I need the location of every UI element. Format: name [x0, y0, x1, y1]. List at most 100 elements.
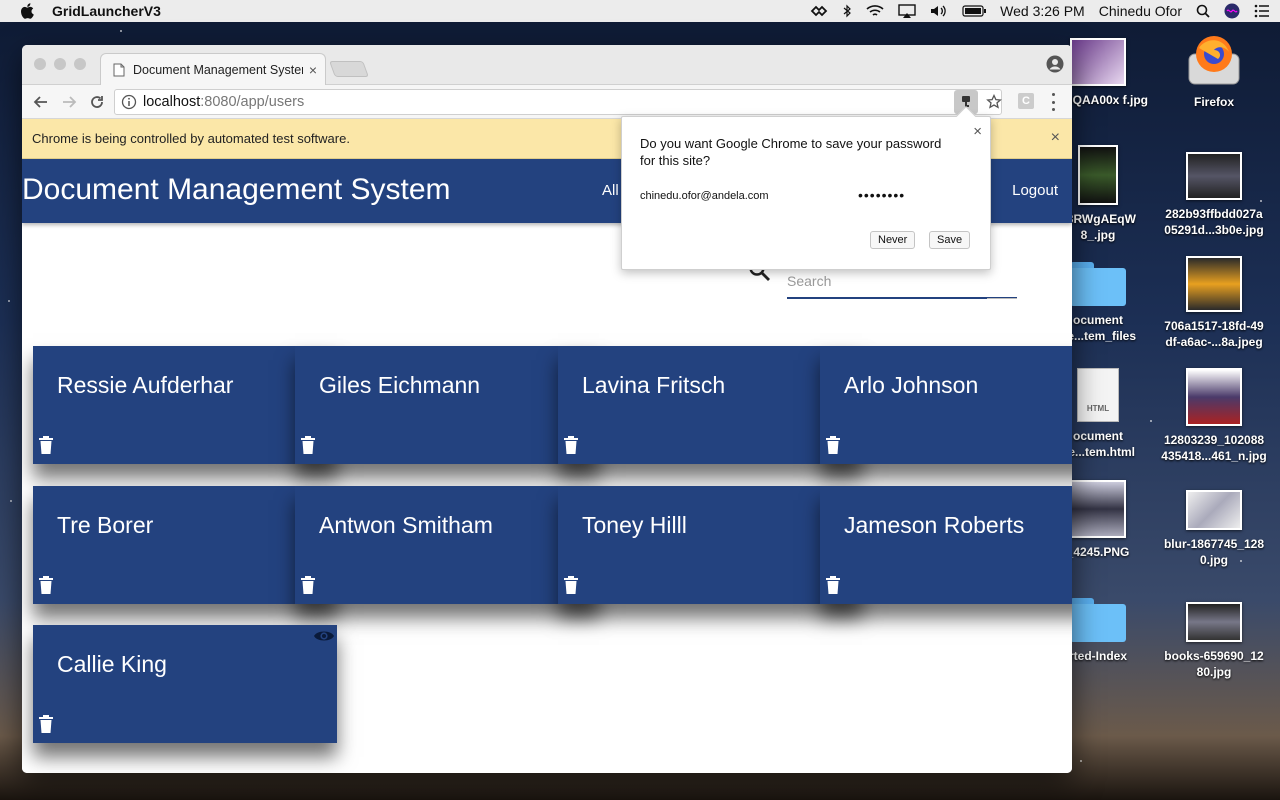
delete-trash-icon[interactable] — [301, 436, 315, 454]
bluetooth-icon[interactable] — [842, 4, 852, 18]
url-host: localhost — [143, 94, 201, 110]
user-name: Giles Eichmann — [319, 372, 481, 398]
logout-link[interactable]: Logout — [1012, 182, 1058, 199]
menubar-status-area: Wed 3:26 PM Chinedu Ofor — [810, 0, 1270, 22]
zoom-window-button[interactable] — [74, 58, 86, 70]
user-card[interactable]: Callie King — [33, 625, 337, 743]
menubar-app-name[interactable]: GridLauncherV3 — [52, 3, 161, 19]
bookmark-star-button[interactable] — [983, 91, 1005, 113]
bubble-close-icon[interactable]: × — [973, 123, 982, 140]
delete-trash-icon[interactable] — [826, 576, 840, 594]
reload-button[interactable] — [86, 91, 108, 113]
user-name: Jameson Roberts — [844, 512, 1025, 538]
desktop-item-label: 12803239_102088 435418...461_n.jpg — [1161, 433, 1267, 463]
browser-toolbar: localhost:8080/app/users C — [22, 85, 1072, 119]
desktop-file-jpg[interactable]: blur-1867745_128 0.jpg — [1159, 490, 1269, 568]
saved-username: chinedu.ofor@andela.com — [640, 190, 769, 202]
user-name: Toney Hilll — [582, 512, 687, 538]
app-brand[interactable]: Document Management System — [22, 173, 451, 207]
address-bar[interactable]: localhost:8080/app/users — [114, 89, 1002, 115]
tab-document-management-system[interactable]: Document Management System × — [100, 53, 326, 85]
desktop-file-jpg[interactable]: 12803239_102088 435418...461_n.jpg — [1159, 368, 1269, 464]
user-card[interactable]: Jameson Roberts — [820, 486, 1072, 604]
back-arrow-icon — [33, 96, 47, 108]
folder-icon — [1070, 598, 1126, 642]
save-button[interactable]: Save — [929, 231, 971, 249]
back-button[interactable] — [30, 91, 52, 113]
user-card[interactable]: Lavina Fritsch — [558, 346, 862, 464]
saved-password-mask: •••••••• — [858, 187, 906, 203]
profile-icon[interactable] — [1046, 55, 1064, 73]
delete-trash-icon[interactable] — [826, 436, 840, 454]
desktop-file-jpeg[interactable]: 706a1517-18fd-49 df-a6ac-...8a.jpeg — [1159, 256, 1269, 350]
reload-icon — [91, 96, 103, 108]
volume-icon[interactable] — [930, 4, 948, 18]
user-card[interactable]: Tre Borer — [33, 486, 337, 604]
image-thumbnail — [1186, 602, 1242, 642]
html-file-icon: HTML — [1077, 368, 1119, 422]
user-card[interactable]: Antwon Smitham — [295, 486, 599, 604]
nav-all-link[interactable]: All — [602, 182, 619, 199]
airplay-icon[interactable] — [898, 4, 916, 18]
search-input[interactable] — [787, 265, 1017, 299]
save-password-bubble: × Do you want Google Chrome to save your… — [621, 106, 991, 270]
apple-icon[interactable] — [20, 3, 36, 19]
user-name: Arlo Johnson — [844, 372, 979, 398]
tab-close-icon[interactable]: × — [309, 62, 317, 78]
folder-icon — [1070, 262, 1126, 306]
macos-menubar: GridLauncherV3 Wed 3:26 PM Chinedu Ofor — [0, 0, 1280, 22]
menubar-clock[interactable]: Wed 3:26 PM — [1000, 3, 1085, 19]
image-thumbnail — [1070, 38, 1126, 86]
spotlight-search-icon[interactable] — [1196, 4, 1210, 18]
desktop-item-label: 282b93ffbdd027a 05291d...3b0e.jpg — [1164, 207, 1264, 237]
site-info-icon[interactable] — [121, 94, 137, 110]
user-card[interactable]: Arlo Johnson — [820, 346, 1072, 464]
delete-trash-icon[interactable] — [39, 576, 53, 594]
user-name: Antwon Smitham — [319, 512, 493, 538]
desktop-item-label: books-659690_12 80.jpg — [1164, 649, 1264, 679]
extension-c-button[interactable]: C — [1018, 93, 1034, 109]
user-name: Tre Borer — [57, 512, 154, 538]
image-thumbnail — [1186, 256, 1242, 312]
view-eye-icon[interactable] — [313, 629, 335, 643]
delete-trash-icon[interactable] — [39, 436, 53, 454]
infobar-text: Chrome is being controlled by automated … — [32, 131, 350, 146]
url-path: :8080/app/users — [200, 94, 305, 110]
desktop-file-jpg[interactable]: books-659690_12 80.jpg — [1159, 602, 1269, 680]
notification-center-icon[interactable] — [1254, 4, 1270, 18]
infobar-close-icon[interactable]: × — [1051, 129, 1060, 147]
image-thumbnail — [1078, 145, 1118, 205]
battery-icon[interactable] — [962, 5, 987, 17]
search-underline — [987, 298, 1017, 299]
user-name: Lavina Fritsch — [582, 372, 726, 398]
delete-trash-icon[interactable] — [301, 576, 315, 594]
user-card[interactable]: Giles Eichmann — [295, 346, 599, 464]
desktop-app-firefox[interactable]: Firefox — [1159, 32, 1269, 110]
new-tab-button[interactable] — [329, 61, 369, 77]
bubble-question: Do you want Google Chrome to save your p… — [640, 136, 942, 168]
delete-trash-icon[interactable] — [564, 436, 578, 454]
firefox-icon — [1185, 32, 1243, 88]
image-thumbnail — [1186, 490, 1242, 530]
never-button[interactable]: Never — [870, 231, 916, 249]
tab-strip: Document Management System × — [22, 45, 1072, 85]
teamviewer-icon[interactable] — [810, 5, 828, 17]
desktop-item-label: Firefox — [1193, 95, 1234, 109]
image-thumbnail — [1186, 368, 1242, 426]
chrome-menu-button[interactable] — [1046, 93, 1060, 111]
forward-button[interactable] — [58, 91, 80, 113]
tab-title: Document Management System — [133, 62, 303, 77]
desktop-file-jpg[interactable]: 282b93ffbdd027a 05291d...3b0e.jpg — [1159, 152, 1269, 238]
user-card[interactable]: Toney Hilll — [558, 486, 862, 604]
minimize-window-button[interactable] — [54, 58, 66, 70]
page-icon — [113, 63, 125, 76]
menubar-user[interactable]: Chinedu Ofor — [1099, 3, 1182, 19]
close-window-button[interactable] — [34, 58, 46, 70]
delete-trash-icon[interactable] — [39, 715, 53, 733]
siri-icon[interactable] — [1224, 3, 1240, 19]
delete-trash-icon[interactable] — [564, 576, 578, 594]
forward-arrow-icon — [63, 96, 77, 108]
star-icon — [986, 94, 1002, 109]
user-card[interactable]: Ressie Aufderhar — [33, 346, 337, 464]
wifi-icon[interactable] — [866, 4, 884, 18]
